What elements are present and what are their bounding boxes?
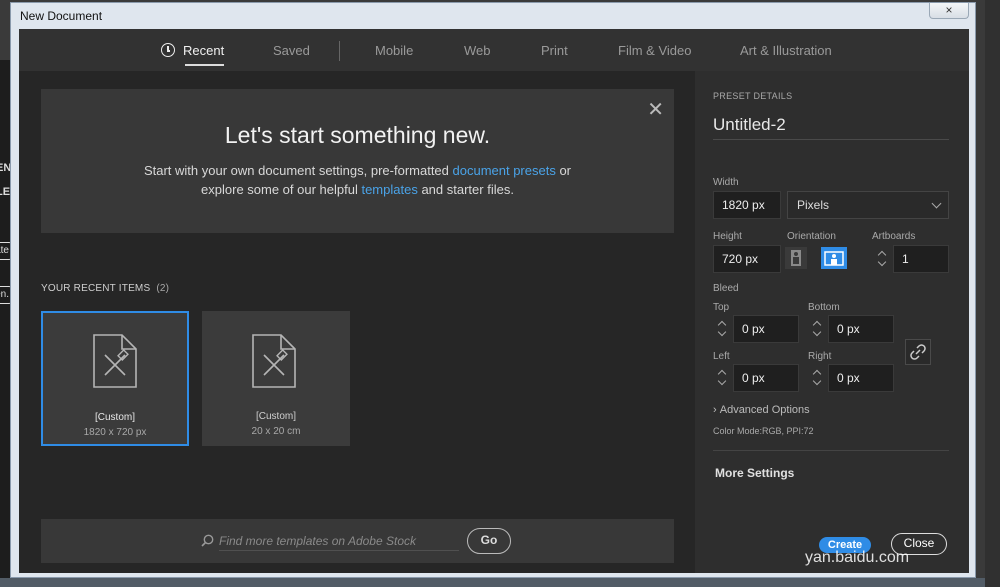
advanced-options-toggle[interactable]: › Advanced Options [713, 404, 810, 416]
bleed-top-label: Top [713, 302, 730, 313]
tab-saved[interactable]: Saved [273, 43, 310, 58]
chevron-down-icon [931, 198, 942, 209]
height-label: Height [713, 231, 742, 242]
welcome-banner: ✕ Let's start something new. Start with … [41, 89, 674, 233]
bleed-label: Bleed [713, 283, 739, 294]
clock-icon [161, 43, 175, 57]
title-bar: New Document × [11, 3, 975, 29]
recent-items-label: YOUR RECENT ITEMS (2) [41, 283, 169, 294]
bleed-bottom-stepper[interactable] [810, 315, 826, 343]
chevron-right-icon: › [713, 404, 720, 416]
watermark-text: yan.baidu.com [805, 549, 910, 566]
dialog-client: Recent Saved Mobile Web Print Film & Vid… [19, 29, 969, 573]
units-value: Pixels [797, 198, 830, 212]
bleed-top-input[interactable]: 0 px [733, 315, 799, 343]
document-file-icon [93, 334, 137, 388]
advanced-options-label: Advanced Options [719, 404, 810, 416]
banner-text-part: explore some of our helpful [201, 182, 362, 197]
banner-text: Start with your own document settings, p… [41, 161, 674, 199]
tab-label: Recent [183, 43, 225, 58]
bleed-bottom-label: Bottom [808, 302, 840, 313]
tab-divider [339, 41, 340, 61]
bg-text-fragment: LE [0, 186, 11, 198]
bleed-left-input[interactable]: 0 px [733, 364, 799, 392]
landscape-icon [824, 251, 844, 266]
artboards-label: Artboards [872, 231, 916, 242]
artboards-input[interactable]: 1 [893, 245, 949, 273]
search-icon [201, 534, 214, 547]
background-bottom [0, 578, 1000, 587]
preset-details-panel: PRESET DETAILS Untitled-2 Width 1820 px … [695, 71, 969, 573]
link-bleed-button[interactable] [905, 339, 931, 365]
background-right [985, 0, 1000, 587]
bleed-right-stepper[interactable] [810, 364, 826, 392]
new-document-dialog: New Document × Recent Saved Mobile Web P… [10, 2, 976, 578]
document-name-field[interactable]: Untitled-2 [713, 115, 786, 135]
bleed-right-input[interactable]: 0 px [828, 364, 894, 392]
name-underline [713, 139, 949, 140]
recent-item-dimensions: 20 x 20 cm [251, 426, 301, 437]
landscape-orientation-button[interactable] [821, 247, 847, 269]
tab-mobile[interactable]: Mobile [375, 43, 413, 58]
stock-search-input[interactable] [219, 531, 459, 551]
bleed-left-label: Left [713, 351, 730, 362]
tab-web[interactable]: Web [464, 43, 491, 58]
templates-link[interactable]: templates [361, 182, 417, 197]
bleed-right-label: Right [808, 351, 832, 362]
stock-search-bar: Go [41, 519, 674, 563]
tab-film-video[interactable]: Film & Video [618, 43, 691, 58]
go-button[interactable]: Go [467, 528, 511, 554]
document-presets-link[interactable]: document presets [453, 163, 556, 178]
window-close-button[interactable]: × [929, 3, 969, 19]
recent-item-name: [Custom] [94, 412, 135, 423]
recent-item-card[interactable]: [Custom] 20 x 20 cm [202, 311, 350, 446]
height-input[interactable]: 720 px [713, 245, 781, 273]
banner-text-part: Start with your own document settings, p… [143, 163, 453, 178]
portrait-icon [791, 250, 801, 266]
portrait-orientation-button[interactable] [785, 247, 807, 269]
banner-text-part: and starter files. [417, 182, 514, 197]
tab-print[interactable]: Print [541, 43, 568, 58]
bleed-bottom-input[interactable]: 0 px [828, 315, 894, 343]
recent-item-card[interactable]: [Custom] 1820 x 720 px [41, 311, 189, 446]
orientation-label: Orientation [787, 231, 836, 242]
preset-tabs: Recent Saved Mobile Web Print Film & Vid… [19, 29, 969, 71]
recent-item-name: [Custom] [255, 411, 296, 422]
tab-art-illustration[interactable]: Art & Illustration [740, 43, 832, 58]
recent-items-heading: YOUR RECENT ITEMS [41, 283, 151, 294]
width-label: Width [713, 177, 739, 188]
recent-items-count: (2) [156, 283, 170, 294]
link-icon [910, 344, 926, 360]
main-area: ✕ Let's start something new. Start with … [19, 71, 695, 573]
panel-divider [713, 450, 949, 451]
more-settings-button[interactable]: More Settings [715, 466, 794, 480]
color-mode-info: Color Mode:RGB, PPI:72 [713, 426, 814, 436]
bleed-left-stepper[interactable] [715, 364, 731, 392]
banner-text-part: or [555, 163, 572, 178]
close-icon[interactable]: ✕ [647, 97, 664, 122]
document-file-icon [252, 334, 296, 388]
window-title: New Document [20, 9, 103, 23]
artboards-stepper[interactable] [875, 245, 891, 273]
banner-title: Let's start something new. [224, 122, 491, 148]
bleed-top-stepper[interactable] [715, 315, 731, 343]
tab-recent[interactable]: Recent [161, 43, 225, 66]
width-input[interactable]: 1820 px [713, 191, 781, 219]
units-select[interactable]: Pixels [787, 191, 949, 219]
recent-item-dimensions: 1820 x 720 px [83, 427, 147, 438]
preset-details-heading: PRESET DETAILS [713, 91, 793, 101]
